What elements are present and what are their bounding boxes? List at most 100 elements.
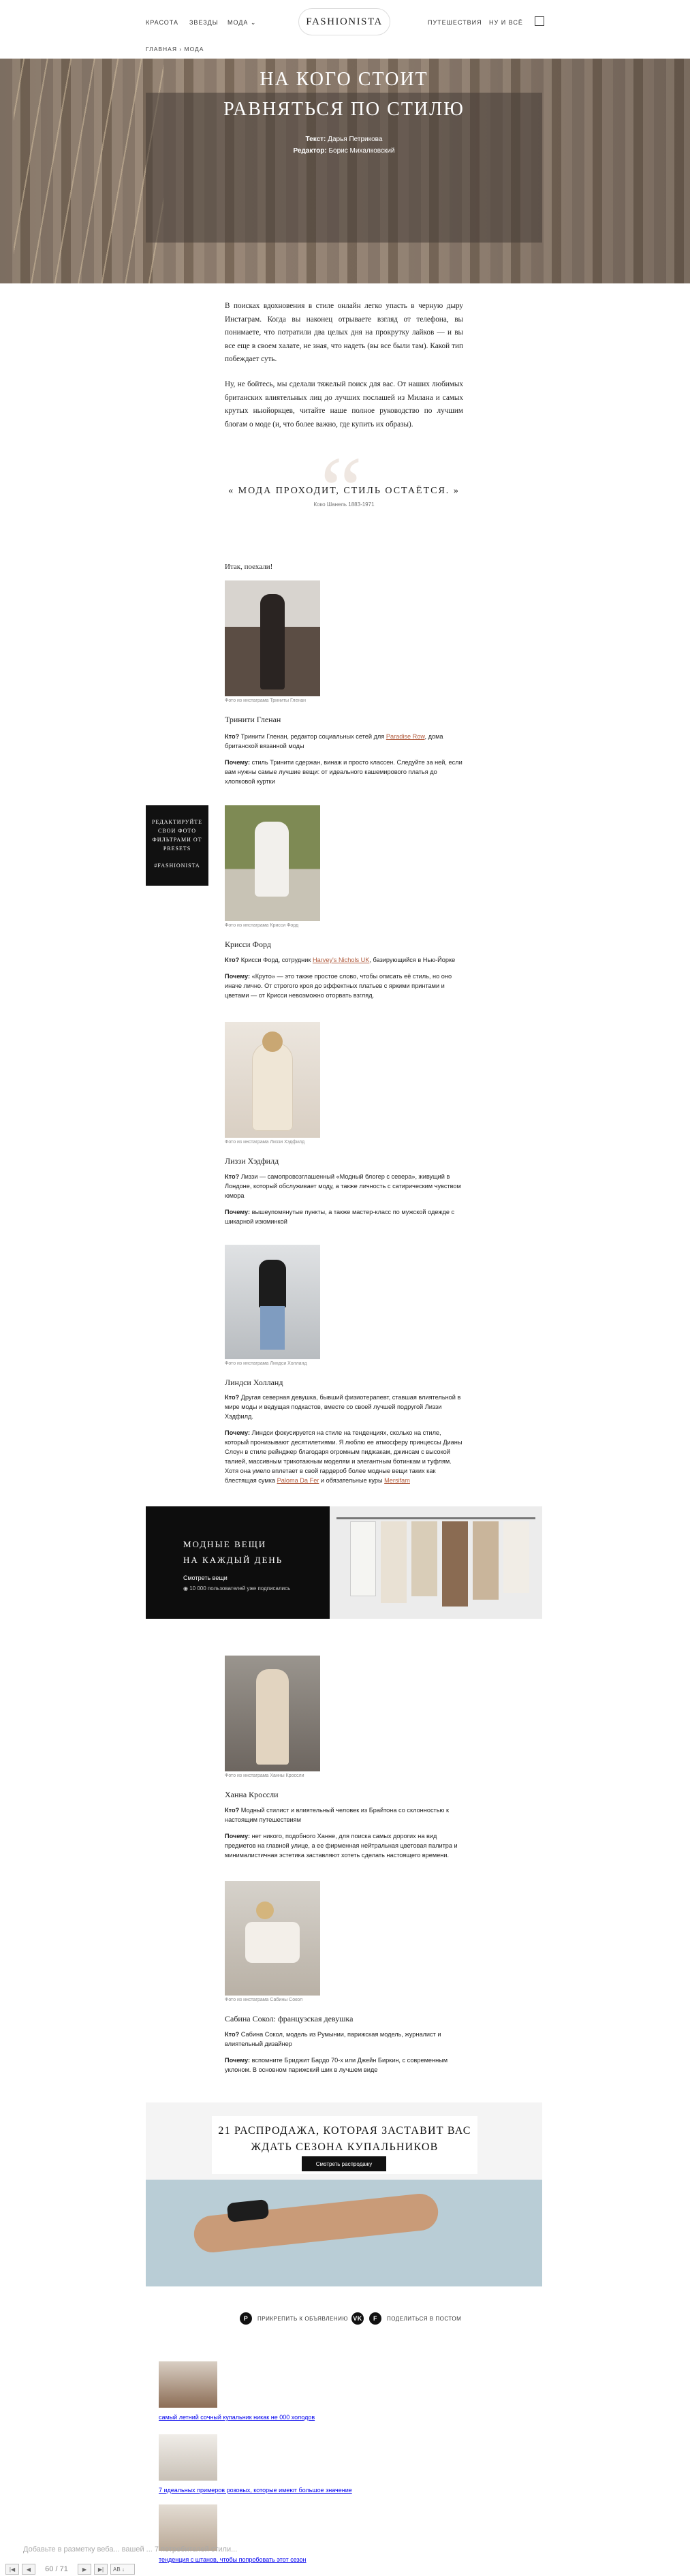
article-credits: Текст: Дарья Петрикова Редактор: Борис М… bbox=[146, 134, 542, 157]
profile-who: Кто? Тринити Гленан, редактор социальных… bbox=[225, 732, 463, 751]
nav-item-fashion[interactable]: МОДА ⌄ bbox=[228, 19, 256, 27]
quote-block: “ « МОДА ПРОХОДИТ, СТИЛЬ ОСТАЁТСЯ. » Кок… bbox=[225, 443, 463, 552]
article-paragraph-1: В поисках вдохновения в стиле онлайн лег… bbox=[225, 302, 463, 363]
sale-title-line-1: 21 РАСПРОДАЖА, КОТОРАЯ ЗАСТАВИТ ВАС bbox=[218, 2125, 471, 2137]
title-line-2: РАВНЯТЬСЯ ПО СТИЛЮ bbox=[223, 99, 465, 120]
last-page-button[interactable]: ▶| bbox=[94, 2564, 108, 2575]
photo-caption: Фото из инстаграма Ханны Кроссли bbox=[225, 1773, 304, 1778]
why-text: вышеупомянутые пункты, а также мастер-кл… bbox=[225, 1209, 455, 1225]
profile-photo-2[interactable] bbox=[225, 805, 320, 921]
title-line-1: НА КОГО СТОИТ bbox=[260, 69, 428, 90]
profile-link-2[interactable]: Mersifam bbox=[384, 1477, 410, 1484]
quote-author: Коко Шанель 1883-1971 bbox=[313, 501, 375, 508]
promo-hashtag: #FASHIONISTA bbox=[154, 863, 200, 869]
credit-text-label: Текст: bbox=[305, 136, 326, 143]
profile-why: Почему: вспомните Бриджит Бардо 70-х или… bbox=[225, 2055, 463, 2075]
first-page-button[interactable]: |◀ bbox=[5, 2564, 19, 2575]
site-logo[interactable]: FASHIONISTA bbox=[298, 8, 390, 35]
profile-name: Тринити Гленан bbox=[225, 715, 281, 724]
photo-caption: Фото из инстаграма Линдси Холланд bbox=[225, 1361, 307, 1366]
profile-who: Кто? Модный стилист и влиятельный челове… bbox=[225, 1805, 463, 1825]
facebook-icon[interactable]: f bbox=[369, 2312, 381, 2325]
photo-caption: Фото из инстаграма Лиззи Хэдфилд bbox=[225, 1140, 305, 1145]
related-link-1[interactable]: самый летний сочный купальник никак не 0… bbox=[159, 2414, 315, 2421]
vk-icon[interactable]: vk bbox=[351, 2312, 364, 2325]
list-intro: Итак, поехали! bbox=[225, 563, 273, 571]
profile-why: Почему: стиль Тринити сдержан, винаж и п… bbox=[225, 758, 463, 786]
why-text: Линдси фокусируется на стиле на тенденци… bbox=[225, 1429, 462, 1484]
photo-caption: Фото из инстаграма Крисси Форд bbox=[225, 923, 299, 928]
presets-promo[interactable]: РЕДАКТИРУЙТЕ СВОИ ФОТО ФИЛЬТРАМИ ОТ PRES… bbox=[146, 805, 208, 886]
banner-title: МОДНЫЕ ВЕЩИ НА КАЖДЫЙ ДЕНЬ bbox=[183, 1536, 283, 1568]
profile-photo-5[interactable] bbox=[225, 1656, 320, 1771]
viewer-toolbar: |◀ ◀ 60 / 71 ▶ ▶| AB ↓ bbox=[5, 2563, 135, 2575]
photo-caption: Фото из инстаграма Триниты Гленан bbox=[225, 698, 307, 703]
banner-subscribers-text: 10 000 пользователей уже подписались bbox=[189, 1585, 291, 1592]
article-paragraph-2: Ну, не бойтесь, мы сделали тяжелый поиск… bbox=[225, 380, 463, 429]
shop-banner[interactable]: МОДНЫЕ ВЕЩИ НА КАЖДЫЙ ДЕНЬ Смотреть вещи… bbox=[146, 1506, 542, 1619]
profile-name: Крисси Форд bbox=[225, 940, 271, 949]
promo-line-2: СВОИ ФОТО bbox=[158, 828, 196, 834]
profile-link[interactable]: Paradise Row bbox=[386, 733, 425, 740]
banner-image bbox=[330, 1506, 542, 1619]
share-label: ПОДЕЛИТЬСЯ В ПОСТОМ bbox=[387, 2315, 462, 2322]
credit-editor-value: Борис Михалковский bbox=[328, 147, 395, 155]
next-page-button[interactable]: ▶ bbox=[78, 2564, 91, 2575]
who-tail: , базирующийся в Нью-Йорке bbox=[369, 957, 456, 963]
credit-text-value: Дарья Петрикова bbox=[328, 136, 383, 143]
profile-why: Почему: Линдси фокусируется на стиле на … bbox=[225, 1428, 463, 1485]
who-label: Кто? bbox=[225, 1173, 240, 1180]
related-link-3[interactable]: тенденция с штанов, чтобы попробовать эт… bbox=[159, 2556, 307, 2563]
promo-line-3: ФИЛЬТРАМИ ОТ bbox=[152, 837, 202, 843]
profile-why: Почему: нет никого, подобного Ханне, для… bbox=[225, 1831, 463, 1860]
profile-who: Кто? Сабина Сокол, модель из Румынии, па… bbox=[225, 2030, 463, 2049]
why-text: стиль Тринити сдержан, винаж и просто кл… bbox=[225, 759, 462, 785]
banner-link[interactable]: Смотреть вещи bbox=[183, 1574, 228, 1581]
promo-line-1: РЕДАКТИРУЙТЕ bbox=[151, 819, 203, 825]
nav-item-travel[interactable]: ПУТЕШЕСТВИЯ bbox=[428, 19, 482, 26]
nav-item-all[interactable]: НУ И ВСЁ bbox=[489, 19, 523, 26]
related-link-2[interactable]: 7 идеальных примеров розовых, которые им… bbox=[159, 2487, 352, 2494]
profile-who: Кто? Лиззи — самопровозглашенный «Модный… bbox=[225, 1172, 463, 1200]
share-button[interactable]: vk f ПОДЕЛИТЬСЯ В ПОСТОМ bbox=[351, 2310, 461, 2327]
breadcrumb[interactable]: ГЛАВНАЯ › МОДА bbox=[146, 46, 204, 52]
why-label: Почему: bbox=[225, 2057, 251, 2064]
pin-button[interactable]: P ПРИКРЕПИТЬ К ОБЪЯВЛЕНИЮ bbox=[240, 2310, 348, 2327]
search-icon[interactable] bbox=[535, 16, 544, 26]
why-label: Почему: bbox=[225, 1833, 251, 1840]
site-header: КРАСОТА ЗВЕЗДЫ МОДА ⌄ FASHIONISTA ПУТЕШЕ… bbox=[0, 0, 690, 59]
banner-subscribers: ◉ 10 000 пользователей уже подписались bbox=[183, 1585, 291, 1592]
who-text: Сабина Сокол, модель из Румынии, парижск… bbox=[225, 2031, 441, 2047]
why-label: Почему: bbox=[225, 973, 251, 980]
profile-photo-4[interactable] bbox=[225, 1245, 320, 1359]
nav-item-stars[interactable]: ЗВЕЗДЫ bbox=[189, 19, 219, 26]
sale-title: 21 РАСПРОДАЖА, КОТОРАЯ ЗАСТАВИТ ВАС ЖДАТ… bbox=[212, 2123, 477, 2156]
zoom-select[interactable]: AB ↓ bbox=[110, 2564, 135, 2575]
why-label: Почему: bbox=[225, 1209, 251, 1215]
profile-name: Ханна Кроссли bbox=[225, 1790, 279, 1799]
related-image-1[interactable] bbox=[159, 2361, 217, 2408]
nav-item-beauty[interactable]: КРАСОТА bbox=[146, 19, 178, 26]
why-label: Почему: bbox=[225, 759, 251, 766]
related-image-3[interactable] bbox=[159, 2504, 217, 2551]
profile-link[interactable]: Harvey's Nichols UK bbox=[313, 957, 369, 963]
why-label: Почему: bbox=[225, 1429, 251, 1436]
profile-photo-3[interactable] bbox=[225, 1022, 320, 1138]
profile-name: Лиззи Хэдфилд bbox=[225, 1156, 279, 1166]
view-sale-button[interactable]: Смотреть распродажу bbox=[302, 2156, 386, 2171]
quote-content: МОДА ПРОХОДИТ, СТИЛЬ ОСТАЁТСЯ. bbox=[238, 486, 450, 496]
bottom-note: Добавьте в разметку веба... вашей ... 7 … bbox=[23, 2545, 238, 2554]
profile-photo-1[interactable] bbox=[225, 580, 320, 696]
credit-editor-label: Редактор: bbox=[293, 147, 327, 155]
hero-decor bbox=[14, 59, 163, 283]
photo-caption: Фото из инстаграма Сабины Сокол bbox=[225, 1998, 303, 2002]
promo-line-4: PRESETS bbox=[163, 845, 191, 852]
profile-link[interactable]: Paloma Da Fer bbox=[277, 1477, 319, 1484]
who-label: Кто? bbox=[225, 2031, 240, 2038]
profile-who: Кто? Крисси Форд, сотрудник Harvey's Nic… bbox=[225, 955, 463, 965]
related-image-2[interactable] bbox=[159, 2434, 217, 2481]
why-tail: и обязательные куры bbox=[319, 1477, 385, 1484]
prev-page-button[interactable]: ◀ bbox=[22, 2564, 35, 2575]
profile-photo-6[interactable] bbox=[225, 1881, 320, 1996]
who-text: Крисси Форд, сотрудник bbox=[239, 957, 313, 963]
